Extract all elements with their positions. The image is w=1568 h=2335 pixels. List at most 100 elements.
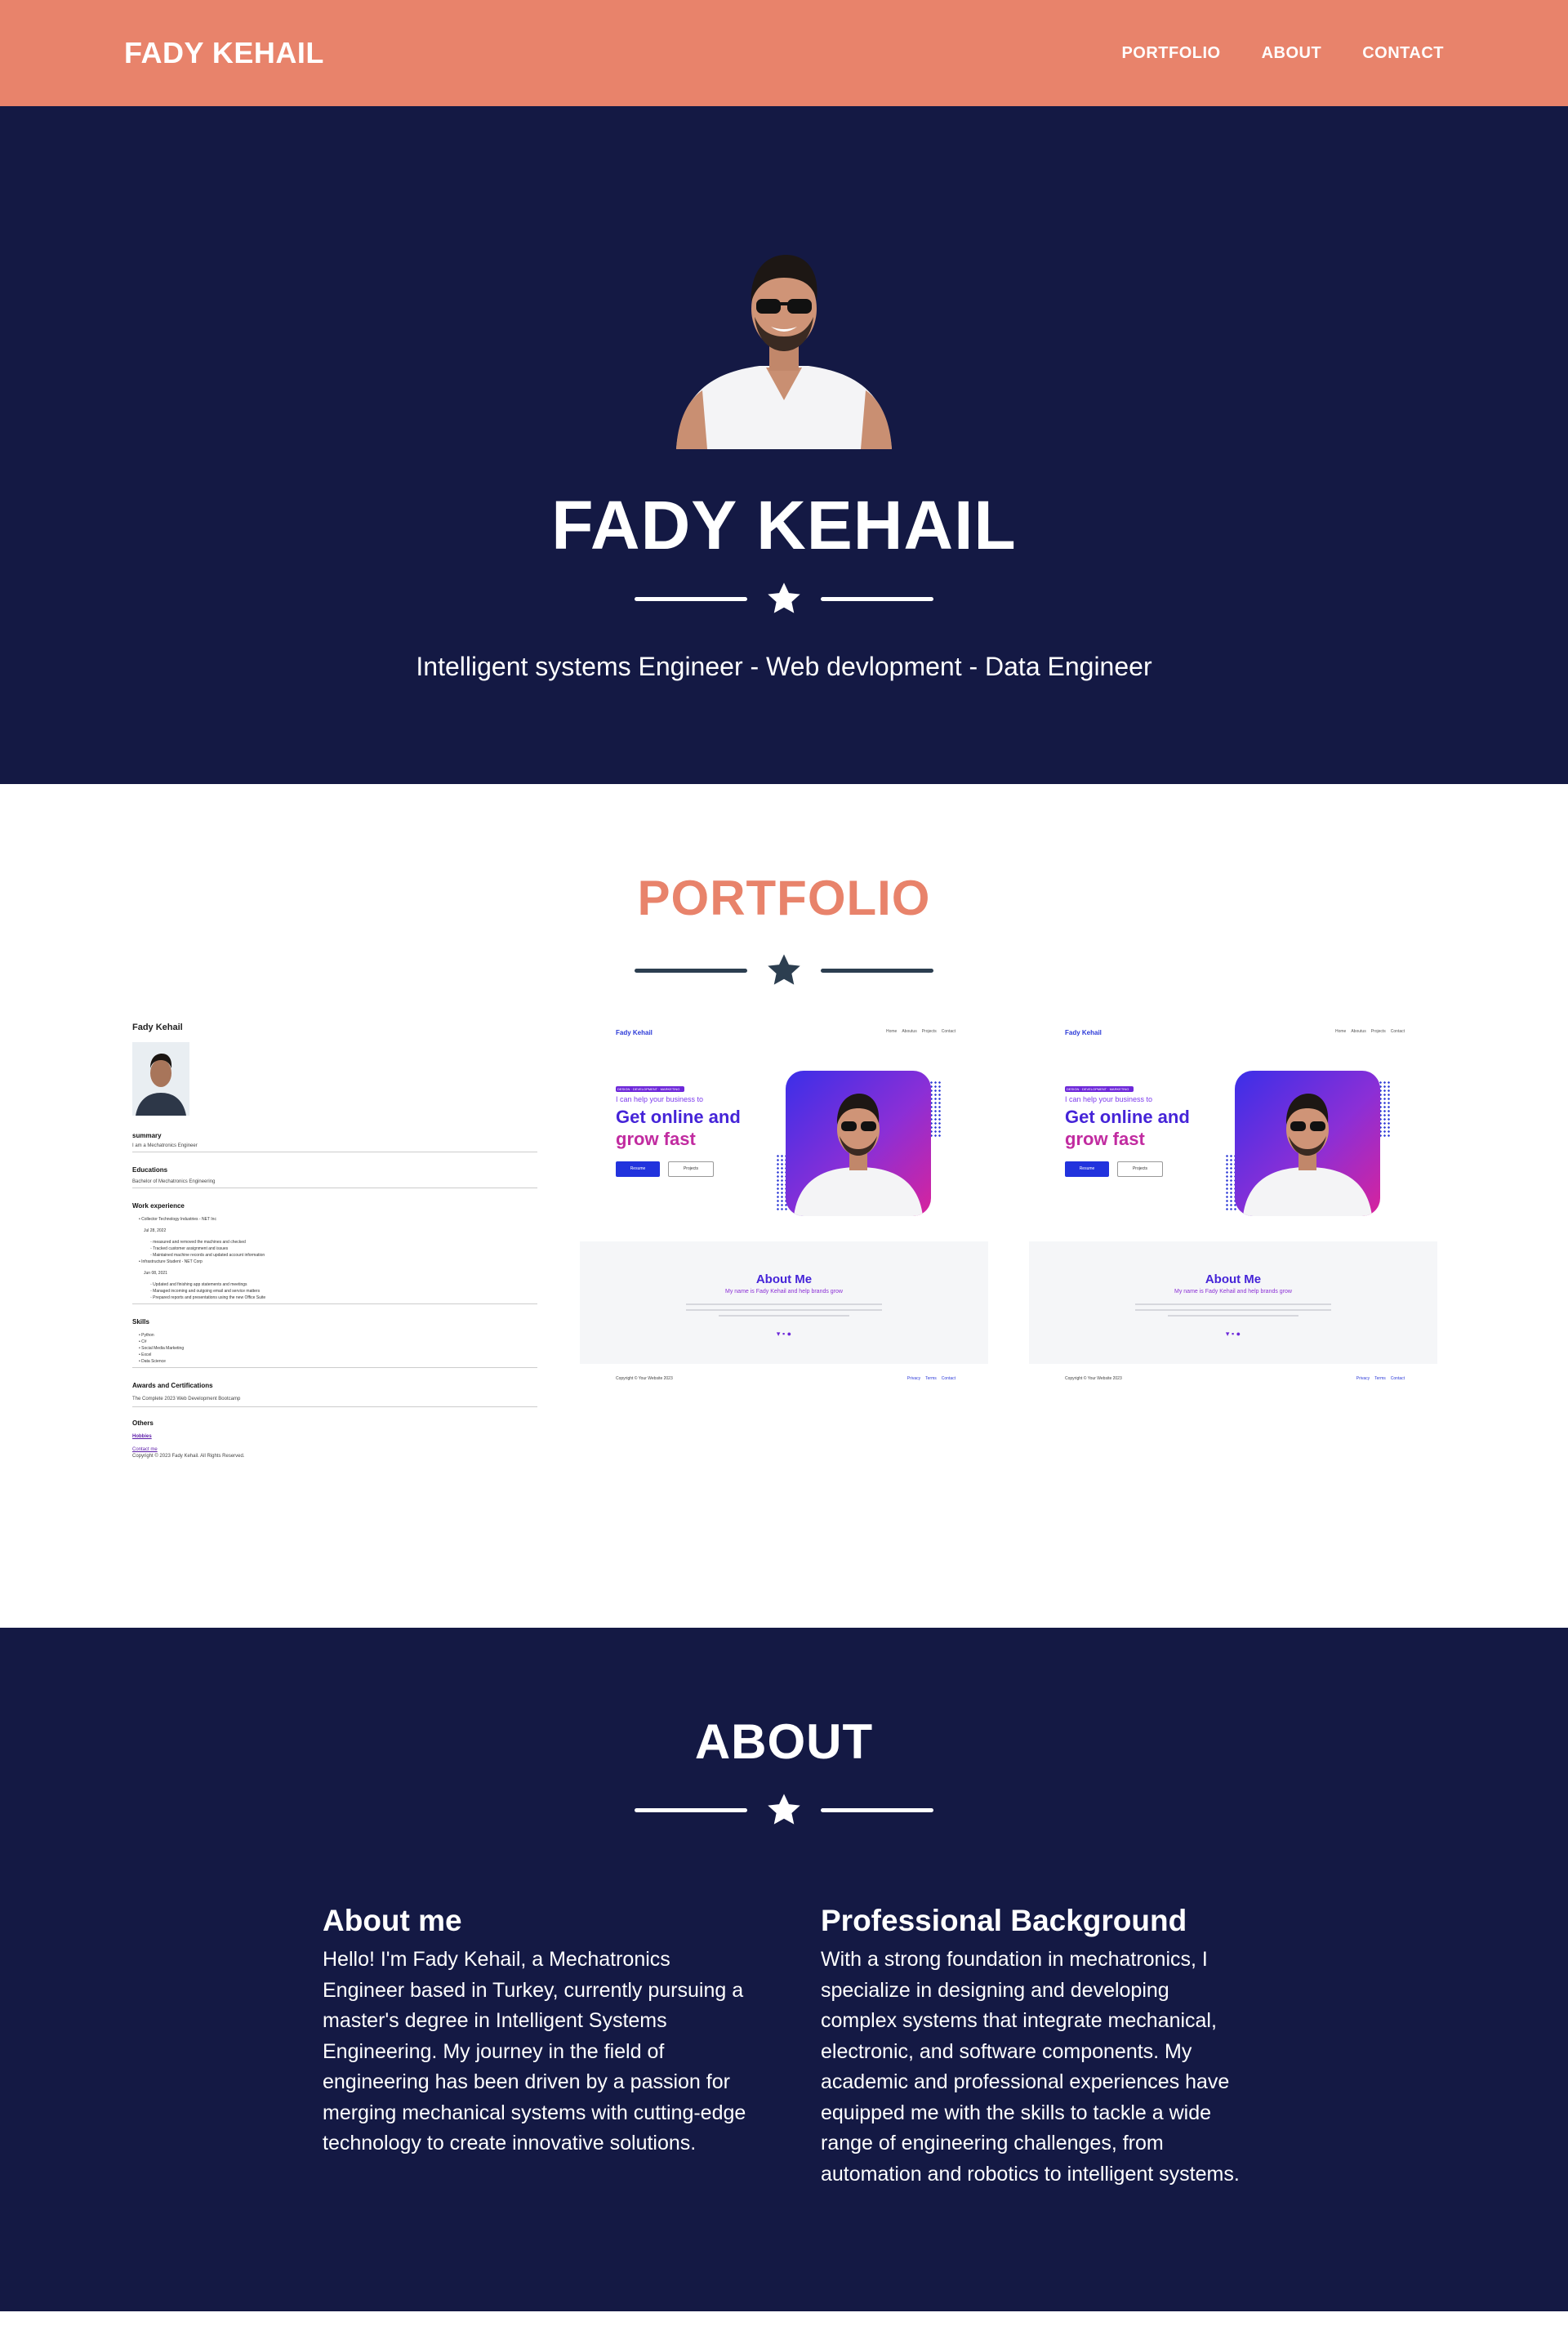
portfolio-item-website-2[interactable]: Fady Kehail Home Aboutus Projects Contac… (1029, 1019, 1437, 1493)
site-headline-1: Get online and (616, 1107, 741, 1127)
site-pre-headline: I can help your business to (616, 1095, 704, 1103)
site-about-title: About Me (1205, 1272, 1262, 1286)
site-headline-2: grow fast (1065, 1129, 1145, 1149)
site-footer-link: Privacy (906, 1376, 921, 1381)
nav-link-about[interactable]: ABOUT (1262, 44, 1322, 63)
resume-bullet: • Excel (139, 1352, 152, 1357)
divider-line-left (635, 1807, 747, 1812)
dots-pattern (1379, 1081, 1390, 1138)
hero-subtitle: Intelligent systems Engineer - Web devlo… (416, 652, 1152, 681)
resume-bullet: ◦ measured and removed the machines and … (150, 1240, 246, 1245)
site-menu: Home Aboutus Projects Contact (886, 1029, 956, 1034)
site-about-subtitle: My name is Fady Kehail and help brands g… (725, 1289, 843, 1294)
resume-divider (132, 1367, 537, 1368)
site-resume-button: Resume (1065, 1161, 1109, 1177)
portfolio-section: PORTFOLIO Fady Kehail summary I am a Mec… (0, 784, 1568, 1628)
site-hero-image (1235, 1071, 1380, 1216)
resume-bullet: Jul 28, 2022 (144, 1228, 167, 1233)
site-menu-item: Contact (1390, 1029, 1405, 1034)
hero-section: FADY KEHAIL Intelligent systems Engineer… (0, 106, 1568, 784)
about-me-heading: About me (323, 1904, 462, 1937)
site-resume-button: Resume (616, 1161, 660, 1177)
resume-section: Educations (132, 1166, 168, 1174)
resume-bullet: ◦ Tracked customer assignment and issues (150, 1246, 229, 1251)
site-brand: Fady Kehail (616, 1029, 653, 1036)
resume-divider (132, 1303, 537, 1304)
resume-bullet: • Collector Technology Industries - NET … (139, 1217, 216, 1222)
site-tag: DESIGN · DEVELOPMENT · MARKETING (1065, 1086, 1134, 1092)
site-footer-link: Terms (1374, 1376, 1386, 1381)
nav-link-portfolio[interactable]: PORTFOLIO (1121, 44, 1220, 63)
site-footer-link: Privacy (1356, 1376, 1370, 1381)
site-headline-1: Get online and (1065, 1107, 1190, 1127)
professional-background-text: With a strong foundation in mechatronics… (821, 1948, 1240, 2186)
portfolio-item-website-1[interactable]: Fady Kehail Home Aboutus Projects Contac… (580, 1019, 988, 1493)
resume-bullet: • C# (139, 1339, 147, 1344)
site-menu-item: Home (886, 1029, 898, 1034)
divider-line-right (821, 1807, 933, 1812)
about-me-text: Hello! I'm Fady Kehail, a Mechatronics E… (323, 1948, 746, 2155)
site-menu-item: Projects (921, 1029, 937, 1034)
resume-text: Bachelor of Mechatronics Engineering (132, 1179, 216, 1184)
divider-line-left (635, 968, 747, 973)
site-about-text (686, 1309, 882, 1311)
site-headline-2: grow fast (616, 1129, 696, 1149)
portfolio-divider (0, 951, 1568, 989)
site-menu-item: Contact (941, 1029, 956, 1034)
site-about-section: About Me My name is Fady Kehail and help… (1029, 1241, 1437, 1364)
site-footer: Copyright © Your Website 2023 (616, 1376, 673, 1381)
resume-bullet: ◦ Managed incoming and outgoing email an… (150, 1289, 261, 1294)
site-about-text (1135, 1303, 1331, 1305)
site-menu-item: Home (1335, 1029, 1347, 1034)
site-brand: Fady Kehail (1065, 1029, 1102, 1036)
site-about-text (1168, 1315, 1298, 1317)
site-menu-item: Aboutus (902, 1029, 917, 1034)
resume-section: Work experience (132, 1202, 185, 1210)
about-me-column: About me Hello! I'm Fady Kehail, a Mecha… (323, 1904, 747, 2159)
nav-link-contact[interactable]: CONTACT (1362, 44, 1444, 63)
resume-divider (132, 1406, 537, 1407)
resume-section: Skills (132, 1318, 149, 1326)
avatar (676, 255, 892, 449)
divider-line-right (821, 968, 933, 973)
site-menu-item: Aboutus (1351, 1029, 1366, 1034)
site-hero-image (786, 1071, 931, 1216)
navbar: FADY KEHAIL PORTFOLIO ABOUT CONTACT (0, 0, 1568, 106)
portfolio-title: PORTFOLIO (637, 871, 931, 925)
site-about-text (686, 1303, 882, 1305)
site-pre-headline: I can help your business to (1065, 1095, 1153, 1103)
brand-link[interactable]: FADY KEHAIL (124, 36, 324, 70)
portfolio-item-resume[interactable]: Fady Kehail summary I am a Mechatronics … (131, 1019, 539, 1493)
resume-section: Others (132, 1419, 154, 1427)
resume-link[interactable]: Hobbies (132, 1434, 152, 1439)
hero-title: FADY KEHAIL (551, 487, 1017, 564)
resume-bullet: ◦ Prepared reports and presentations usi… (150, 1295, 266, 1300)
page-bottom (0, 2311, 1568, 2335)
star-icon (768, 582, 800, 613)
star-icon (768, 954, 800, 985)
hero-divider (0, 580, 1568, 617)
resume-text: The Complete 2023 Web Development Bootca… (132, 1397, 241, 1401)
site-about-text (1135, 1309, 1331, 1311)
resume-name: Fady Kehail (132, 1023, 183, 1032)
site-about-title: About Me (755, 1272, 813, 1286)
site-about-section: About Me My name is Fady Kehail and help… (580, 1241, 988, 1364)
resume-bullet: • Data Science (139, 1359, 166, 1364)
site-about-subtitle: My name is Fady Kehail and help brands g… (1174, 1289, 1292, 1294)
site-menu: Home Aboutus Projects Contact (1335, 1029, 1405, 1034)
resume-bullet: • Infrastructure Student - NET Corp (139, 1259, 203, 1264)
site-projects-button: Projects (668, 1161, 714, 1177)
about-divider (0, 1791, 1568, 1829)
resume-contact-link[interactable]: Contact me (132, 1447, 158, 1452)
site-footer-links: Privacy Terms Contact (907, 1376, 956, 1381)
resume-section: summary (132, 1132, 162, 1139)
professional-background-column: Professional Background With a strong fo… (821, 1904, 1245, 2190)
site-about-text (719, 1315, 849, 1317)
site-projects-button: Projects (1117, 1161, 1163, 1177)
star-icon (768, 1794, 800, 1825)
resume-section: Awards and Certifications (132, 1382, 213, 1389)
site-social-icons: ▾ ▪ ● (1225, 1330, 1241, 1338)
site-footer-link: Terms (925, 1376, 937, 1381)
site-footer-link: Contact (941, 1376, 956, 1381)
resume-bullet: Jun 08, 2021 (144, 1271, 167, 1276)
